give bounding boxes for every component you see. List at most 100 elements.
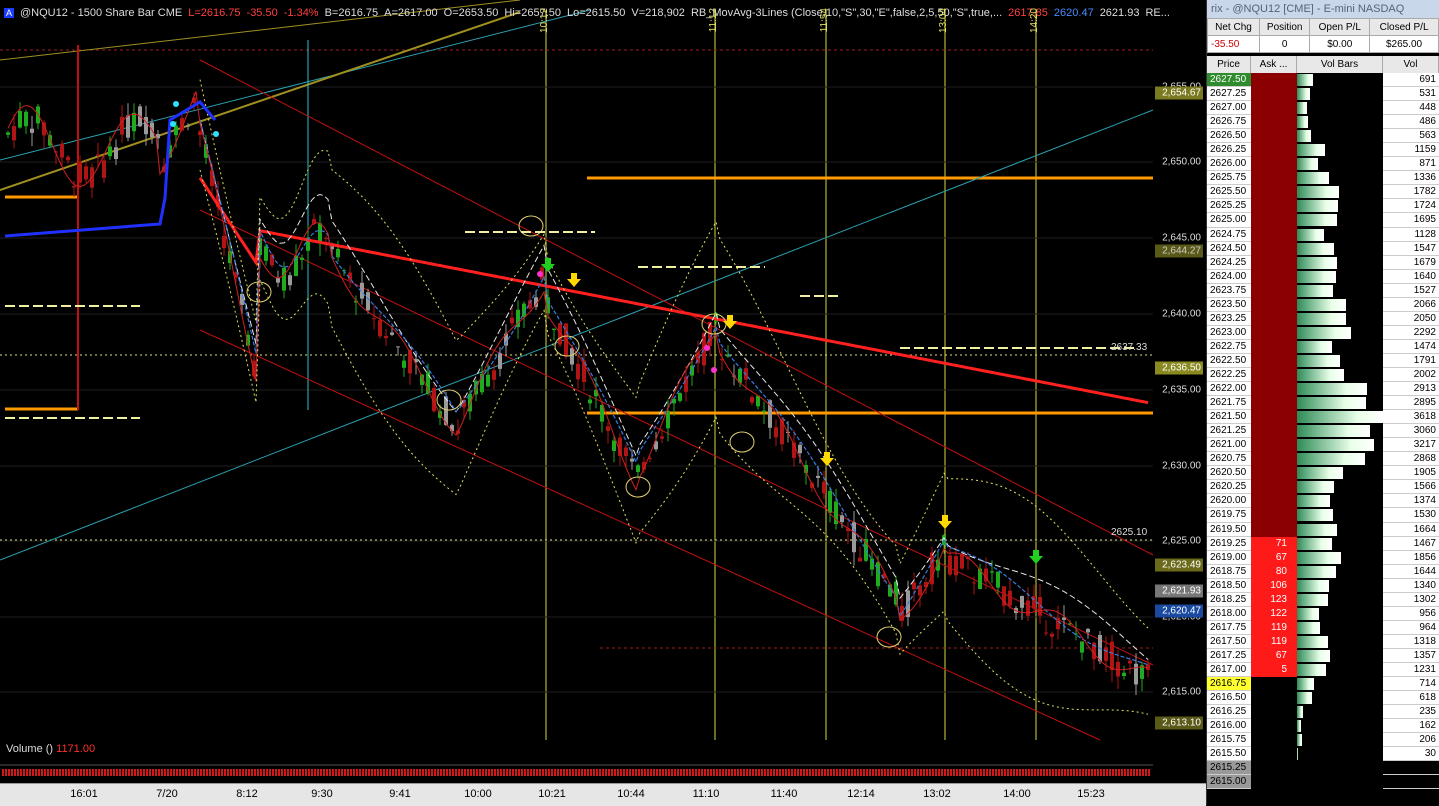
dom-price[interactable]: 2623.00 [1207, 325, 1251, 340]
dom-row[interactable]: 2619.75 1530 [1207, 508, 1439, 523]
dom-ask-cell[interactable] [1251, 101, 1297, 116]
dom-price[interactable]: 2622.50 [1207, 353, 1251, 368]
dom-price[interactable]: 2625.25 [1207, 199, 1251, 214]
dom-ask-cell[interactable] [1251, 213, 1297, 228]
dom-ask-cell[interactable] [1251, 410, 1297, 425]
dom-ask-cell[interactable] [1251, 761, 1297, 776]
dom-row[interactable]: 2623.25 2050 [1207, 311, 1439, 326]
dom-row[interactable]: 2622.00 2913 [1207, 382, 1439, 397]
dom-price[interactable]: 2627.25 [1207, 87, 1251, 102]
dom-price[interactable]: 2626.25 [1207, 143, 1251, 158]
col-vol-header[interactable]: Vol [1383, 56, 1439, 73]
dom-row[interactable]: 2620.25 1566 [1207, 480, 1439, 495]
dom-row[interactable]: 2623.00 2292 [1207, 325, 1439, 340]
dom-ask-cell[interactable] [1251, 241, 1297, 256]
dom-price[interactable]: 2626.00 [1207, 157, 1251, 172]
dom-row[interactable]: 2616.75 714 [1207, 677, 1439, 692]
dom-ask-cell[interactable] [1251, 129, 1297, 144]
price-axis[interactable]: 2,655.002,650.002,645.002,640.002,635.00… [1153, 0, 1205, 782]
dom-price[interactable]: 2625.00 [1207, 213, 1251, 228]
dom-row[interactable]: 2621.00 3217 [1207, 438, 1439, 453]
dom-ask-cell[interactable] [1251, 691, 1297, 706]
dom-price[interactable]: 2617.25 [1207, 648, 1251, 663]
dom-price[interactable]: 2618.00 [1207, 606, 1251, 621]
dom-price[interactable]: 2617.75 [1207, 620, 1251, 635]
dom-price[interactable]: 2624.75 [1207, 227, 1251, 242]
col-price-header[interactable]: Price [1207, 56, 1251, 73]
dom-price[interactable]: 2625.75 [1207, 171, 1251, 186]
dom-row[interactable]: 2627.00 448 [1207, 101, 1439, 116]
dom-ask-cell[interactable]: 5 [1251, 662, 1297, 678]
dom-price[interactable]: 2625.50 [1207, 185, 1251, 200]
dom-ask-cell[interactable] [1251, 353, 1297, 368]
dom-price[interactable]: 2619.50 [1207, 522, 1251, 537]
dom-row[interactable]: 2622.75 1474 [1207, 339, 1439, 354]
dom-ask-cell[interactable] [1251, 452, 1297, 467]
dom-row[interactable]: 2624.25 1679 [1207, 255, 1439, 270]
dom-ask-cell[interactable] [1251, 297, 1297, 312]
dom-price[interactable]: 2617.00 [1207, 662, 1251, 678]
dom-row[interactable]: 2625.25 1724 [1207, 199, 1439, 214]
dom-price[interactable]: 2615.00 [1207, 775, 1251, 790]
dom-ask-cell[interactable]: 119 [1251, 634, 1297, 649]
dom-ask-cell[interactable] [1251, 367, 1297, 383]
dom-ask-cell[interactable] [1251, 733, 1297, 748]
dom-price[interactable]: 2622.75 [1207, 339, 1251, 354]
dom-row[interactable]: 2615.25 [1207, 761, 1439, 776]
dom-row[interactable]: 2619.50 1664 [1207, 522, 1439, 537]
depth-of-market-window[interactable]: rix - @NQU12 [CME] - E-mini NASDAQ Net C… [1207, 0, 1439, 805]
dom-row[interactable]: 2625.00 1695 [1207, 213, 1439, 228]
dom-price[interactable]: 2620.00 [1207, 494, 1251, 509]
dom-ask-cell[interactable] [1251, 115, 1297, 130]
dom-row[interactable]: 2615.00 [1207, 775, 1439, 790]
dom-ask-cell[interactable] [1251, 396, 1297, 411]
dom-price[interactable]: 2616.75 [1207, 677, 1251, 692]
dom-price[interactable]: 2622.25 [1207, 367, 1251, 383]
dom-price[interactable]: 2622.00 [1207, 382, 1251, 397]
dom-ask-cell[interactable]: 80 [1251, 564, 1297, 579]
dom-row[interactable]: 2618.50 106 1340 [1207, 578, 1439, 593]
dom-price[interactable]: 2615.25 [1207, 761, 1251, 776]
price-chart[interactable] [0, 0, 1206, 805]
dom-row[interactable]: 2622.50 1791 [1207, 353, 1439, 368]
dom-ask-cell[interactable] [1251, 311, 1297, 326]
dom-price[interactable]: 2615.50 [1207, 747, 1251, 762]
dom-price[interactable]: 2618.75 [1207, 564, 1251, 579]
dom-ask-cell[interactable] [1251, 494, 1297, 509]
dom-row[interactable]: 2620.00 1374 [1207, 494, 1439, 509]
dom-price[interactable]: 2626.75 [1207, 115, 1251, 130]
dom-price[interactable]: 2623.50 [1207, 297, 1251, 312]
dom-ask-cell[interactable] [1251, 269, 1297, 284]
dom-ask-cell[interactable]: 123 [1251, 592, 1297, 607]
dom-ask-cell[interactable]: 119 [1251, 620, 1297, 635]
dom-row[interactable]: 2618.75 80 1644 [1207, 564, 1439, 579]
dom-price[interactable]: 2624.50 [1207, 241, 1251, 256]
dom-row[interactable]: 2626.50 563 [1207, 129, 1439, 144]
dom-ask-cell[interactable] [1251, 438, 1297, 453]
dom-row[interactable]: 2617.50 119 1318 [1207, 634, 1439, 649]
dom-row[interactable]: 2624.50 1547 [1207, 241, 1439, 256]
dom-row[interactable]: 2618.00 122 956 [1207, 606, 1439, 621]
dom-ask-cell[interactable] [1251, 325, 1297, 340]
dom-row[interactable]: 2625.50 1782 [1207, 185, 1439, 200]
dom-row[interactable]: 2616.25 235 [1207, 705, 1439, 720]
dom-row[interactable]: 2623.75 1527 [1207, 283, 1439, 298]
dom-row[interactable]: 2620.50 1905 [1207, 466, 1439, 481]
dom-row[interactable]: 2626.00 871 [1207, 157, 1439, 172]
dom-price[interactable]: 2621.25 [1207, 424, 1251, 439]
dom-ask-cell[interactable] [1251, 255, 1297, 270]
dom-row[interactable]: 2623.50 2066 [1207, 297, 1439, 312]
dom-ask-cell[interactable] [1251, 73, 1297, 88]
dom-ask-cell[interactable]: 122 [1251, 606, 1297, 621]
dom-ask-cell[interactable] [1251, 143, 1297, 158]
dom-row[interactable]: 2624.00 1640 [1207, 269, 1439, 284]
dom-row[interactable]: 2615.50 30 [1207, 747, 1439, 762]
dom-price[interactable]: 2615.75 [1207, 733, 1251, 748]
dom-price[interactable]: 2616.50 [1207, 691, 1251, 706]
dom-price[interactable]: 2617.50 [1207, 634, 1251, 649]
dom-price[interactable]: 2620.25 [1207, 480, 1251, 495]
dom-ask-cell[interactable]: 71 [1251, 536, 1297, 551]
dom-price[interactable]: 2616.25 [1207, 705, 1251, 720]
dom-ask-cell[interactable] [1251, 522, 1297, 537]
dom-price[interactable]: 2626.50 [1207, 129, 1251, 144]
